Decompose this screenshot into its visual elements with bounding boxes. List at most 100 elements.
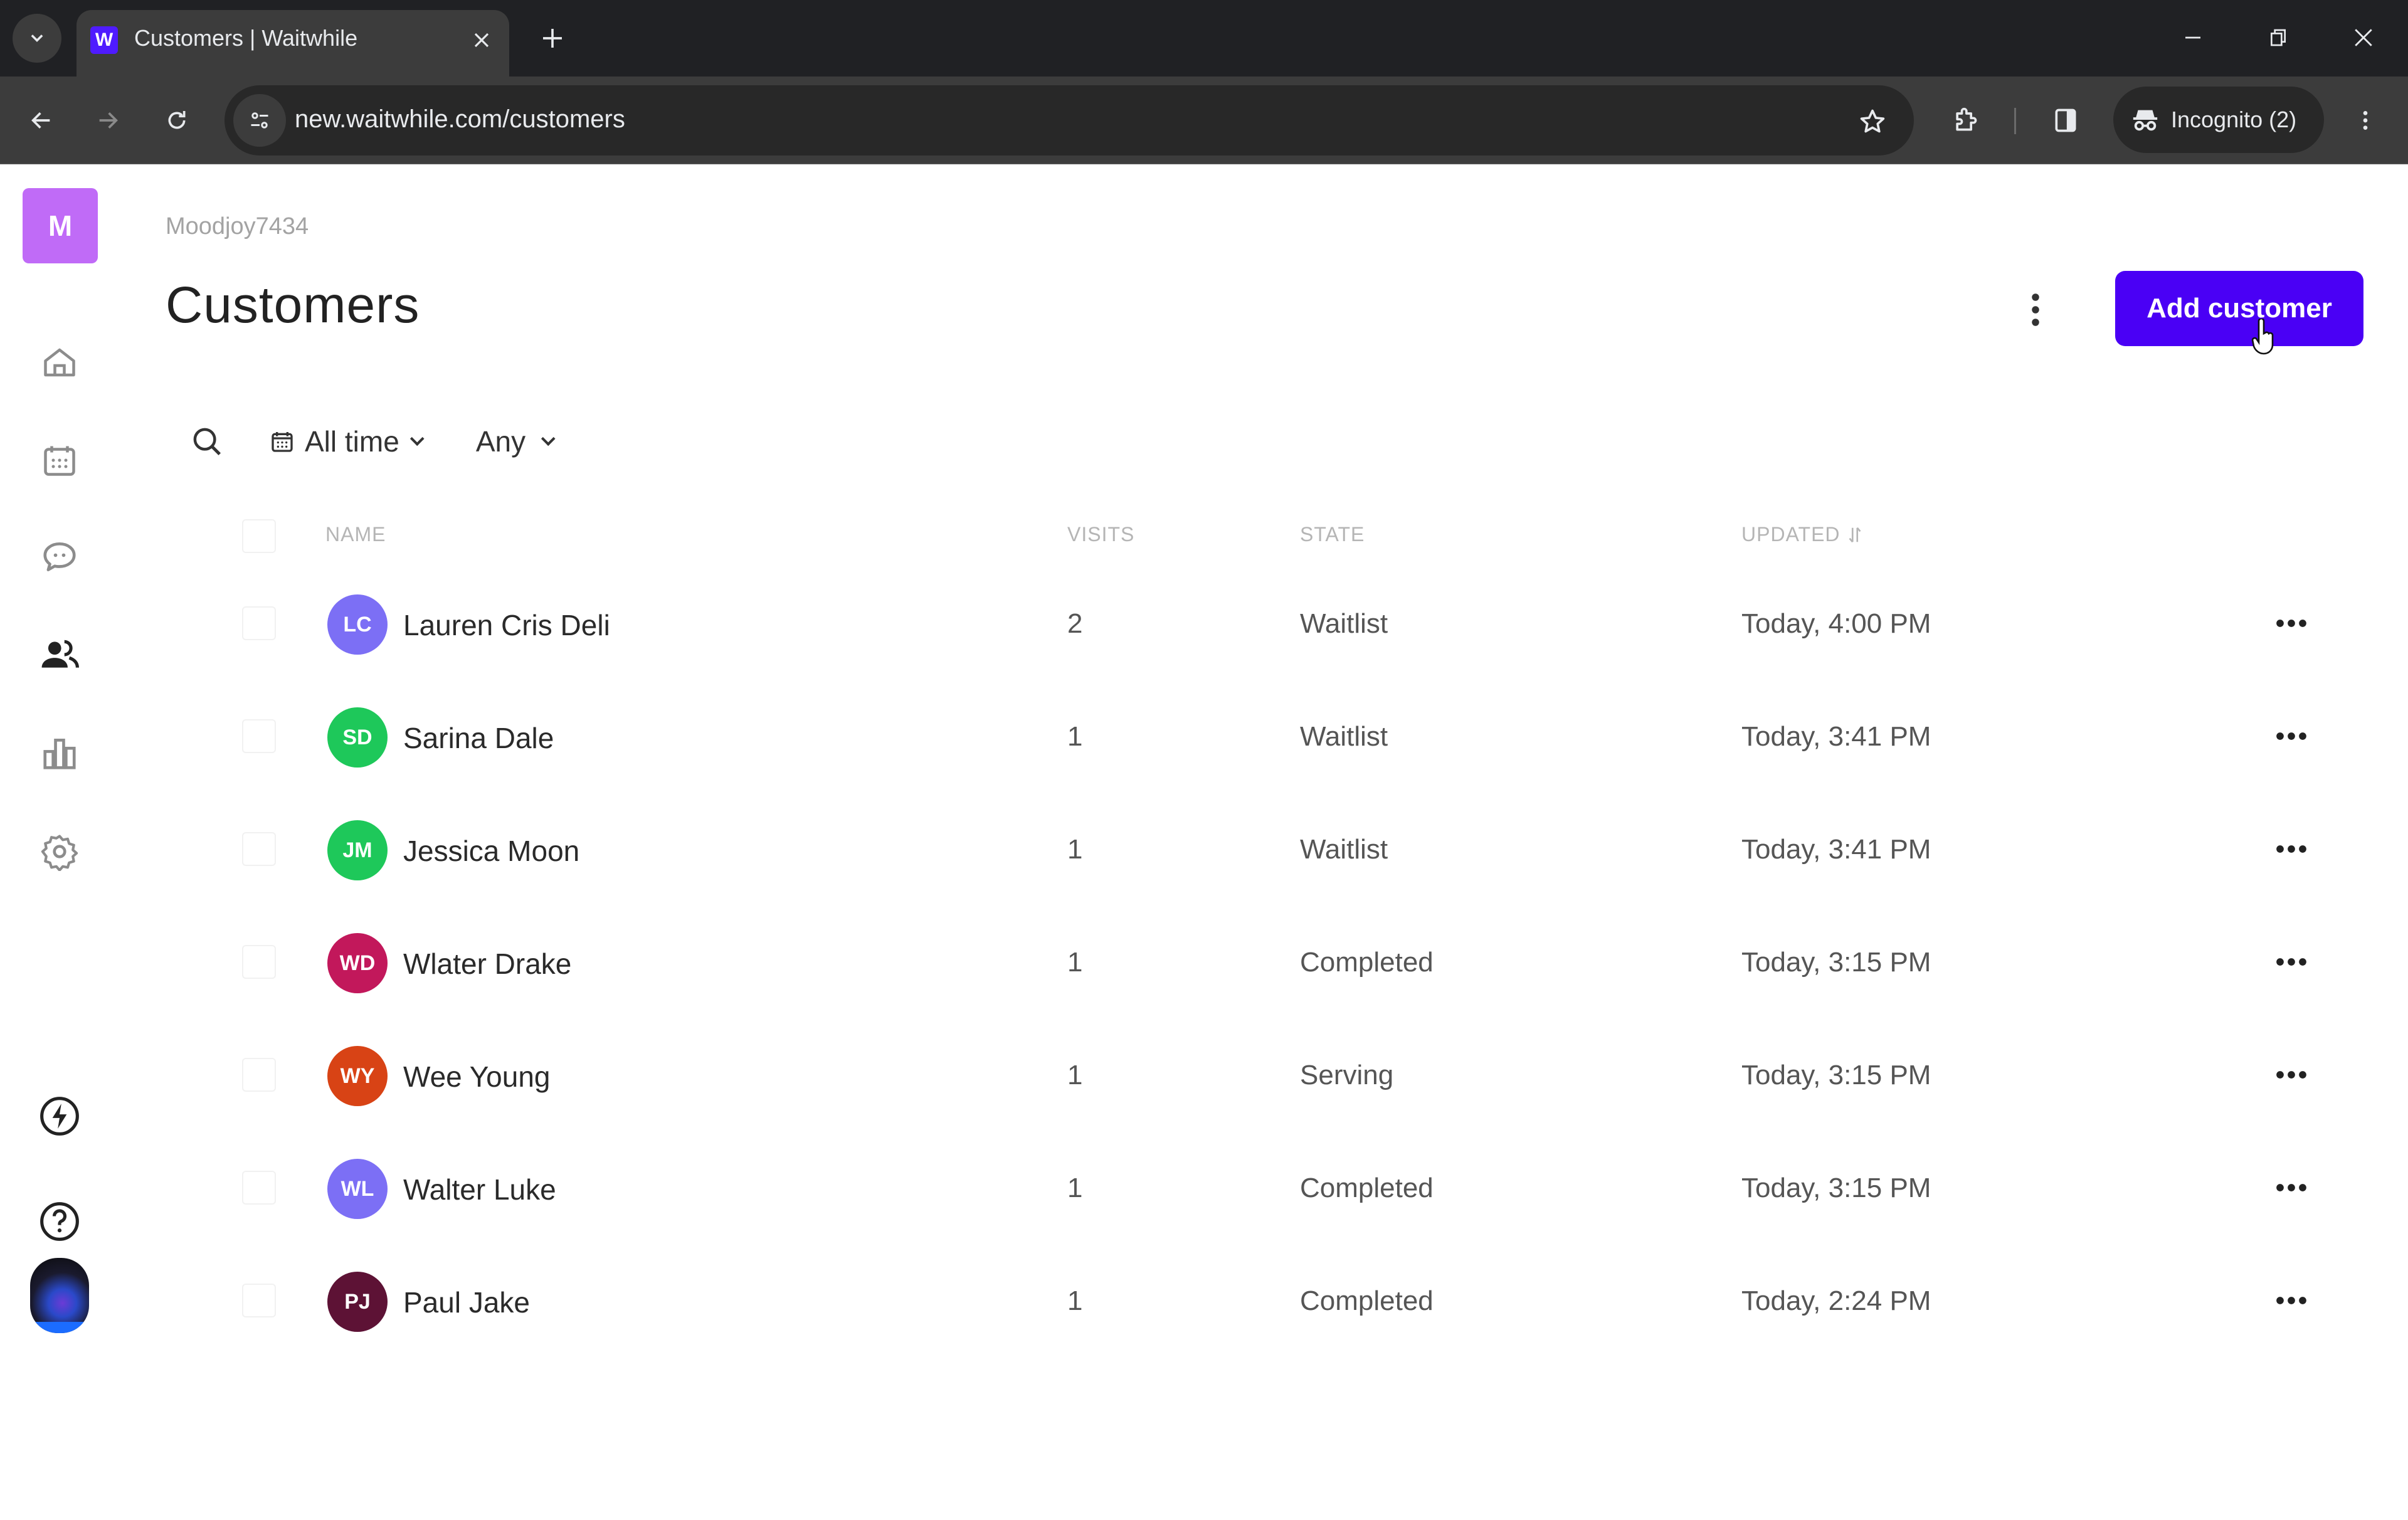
tab-close-button[interactable] (464, 23, 499, 58)
tab-list-button[interactable] (13, 14, 61, 63)
row-checkbox[interactable] (242, 832, 276, 866)
puzzle-icon (1956, 107, 1977, 131)
state-filter-dropdown[interactable]: Any (475, 425, 556, 458)
row-checkbox[interactable] (242, 1284, 276, 1317)
row-checkbox[interactable] (242, 1171, 276, 1205)
customer-visits: 1 (1067, 834, 1083, 865)
main-content: Moodjoy7434 Customers Add customer All t… (119, 166, 2408, 1354)
row-actions-button[interactable] (2266, 1282, 2316, 1319)
more-horizontal-icon (2276, 845, 2306, 853)
sidebar-item-help[interactable] (28, 1190, 91, 1253)
sidebar-item-whats-new[interactable] (28, 1085, 91, 1148)
site-info-button[interactable] (233, 94, 286, 147)
bookmark-button[interactable] (1849, 98, 1896, 145)
reload-button[interactable] (150, 94, 203, 147)
back-button[interactable] (15, 94, 68, 147)
column-header-updated[interactable]: UPDATED (1741, 523, 1863, 546)
row-actions-button[interactable] (2266, 1169, 2316, 1206)
plus-icon (543, 29, 562, 48)
more-options-button[interactable] (2010, 285, 2061, 335)
window-restore-button[interactable] (2250, 13, 2306, 63)
customer-name[interactable]: Wlater Drake (403, 947, 571, 981)
arrow-left-icon (31, 112, 50, 129)
row-checkbox[interactable] (242, 945, 276, 979)
date-filter-value: All time (305, 425, 399, 458)
more-horizontal-icon (2276, 958, 2306, 966)
column-header-visits[interactable]: VISITS (1067, 523, 1134, 546)
sidebar-item-analytics[interactable] (28, 722, 91, 784)
customer-visits: 1 (1067, 721, 1083, 752)
sidebar-item-settings[interactable] (28, 820, 91, 883)
user-avatar[interactable] (30, 1258, 89, 1333)
row-actions-button[interactable] (2266, 1056, 2316, 1094)
hand-cursor-icon (2251, 319, 2274, 355)
row-checkbox[interactable] (242, 719, 276, 753)
table-row[interactable]: WD Wlater Drake 1 Completed Today, 3:15 … (182, 905, 2377, 1018)
browser-tab-active[interactable]: W Customers | Waitwhile (77, 10, 509, 77)
close-icon (2355, 29, 2372, 46)
sidebar-item-customers[interactable] (28, 623, 91, 686)
sidebar-item-home[interactable] (28, 331, 91, 394)
chat-icon (43, 542, 76, 571)
search-button[interactable] (182, 416, 232, 467)
window-minimize-button[interactable] (2165, 13, 2221, 63)
row-actions-button[interactable] (2266, 943, 2316, 981)
more-horizontal-icon (2276, 620, 2306, 627)
customer-name[interactable]: Lauren Cris Deli (403, 608, 610, 642)
tune-icon (251, 112, 268, 129)
table-row[interactable]: LC Lauren Cris Deli 2 Waitlist Today, 4:… (182, 567, 2377, 680)
row-checkbox[interactable] (242, 1058, 276, 1092)
side-panel-button[interactable] (2039, 94, 2092, 147)
browser-menu-button[interactable] (2339, 94, 2392, 147)
row-actions-button[interactable] (2266, 604, 2316, 642)
column-header-name[interactable]: NAME (325, 523, 386, 546)
tab-title: Customers | Waitwhile (134, 25, 358, 51)
avatar-initials: WL (341, 1176, 374, 1201)
page-title: Customers (166, 277, 420, 334)
browser-toolbar: new.waitwhile.com/customers Incognito (2… (0, 77, 2408, 164)
arrow-right-icon (99, 112, 118, 129)
sidebar-item-messages[interactable] (28, 525, 91, 588)
customer-state: Waitlist (1300, 834, 1388, 865)
row-checkbox[interactable] (242, 606, 276, 640)
customer-name[interactable]: Sarina Dale (403, 721, 554, 755)
select-all-checkbox[interactable] (242, 519, 276, 553)
more-horizontal-icon (2276, 732, 2306, 740)
toolbar-divider (2014, 108, 2016, 134)
customer-updated: Today, 4:00 PM (1741, 608, 1931, 639)
date-filter-dropdown[interactable]: All time (270, 425, 425, 458)
org-switcher[interactable]: M (23, 188, 98, 263)
table-row[interactable]: WY Wee Young 1 Serving Today, 3:15 PM (182, 1018, 2377, 1131)
forward-button[interactable] (82, 94, 134, 147)
state-filter-value: Any (475, 425, 526, 458)
incognito-indicator[interactable]: Incognito (2) (2113, 87, 2324, 153)
window-close-button[interactable] (2335, 13, 2392, 63)
row-actions-button[interactable] (2266, 717, 2316, 755)
customer-name[interactable]: Walter Luke (403, 1173, 556, 1206)
add-customer-button[interactable]: Add customer (2115, 271, 2363, 346)
extensions-button[interactable] (1939, 94, 1992, 147)
customer-name[interactable]: Paul Jake (403, 1285, 530, 1319)
address-bar[interactable]: new.waitwhile.com/customers (224, 85, 1914, 156)
table-row[interactable]: WL Walter Luke 1 Completed Today, 3:15 P… (182, 1131, 2377, 1244)
column-header-state[interactable]: STATE (1300, 523, 1365, 546)
star-icon (1860, 109, 1885, 133)
customer-state: Completed (1300, 947, 1434, 978)
customer-avatar: PJ (327, 1272, 388, 1332)
new-tab-button[interactable] (531, 16, 574, 60)
customer-updated: Today, 3:15 PM (1741, 1173, 1931, 1203)
customer-visits: 1 (1067, 947, 1083, 978)
customer-state: Waitlist (1300, 721, 1388, 752)
url-text[interactable]: new.waitwhile.com/customers (295, 105, 625, 134)
table-row[interactable]: SD Sarina Dale 1 Waitlist Today, 3:41 PM (182, 680, 2377, 793)
avatar-initials: WY (340, 1063, 375, 1088)
row-actions-button[interactable] (2266, 830, 2316, 868)
org-name: Moodjoy7434 (166, 213, 309, 240)
customer-name[interactable]: Jessica Moon (403, 834, 579, 868)
table-row[interactable]: JM Jessica Moon 1 Waitlist Today, 3:41 P… (182, 793, 2377, 905)
avatar-initials: WD (339, 951, 376, 975)
table-row[interactable]: PJ Paul Jake 1 Completed Today, 2:24 PM (182, 1244, 2377, 1357)
customer-name[interactable]: Wee Young (403, 1060, 551, 1094)
chevron-down-icon (541, 431, 556, 446)
sidebar-item-calendar[interactable] (28, 429, 91, 492)
